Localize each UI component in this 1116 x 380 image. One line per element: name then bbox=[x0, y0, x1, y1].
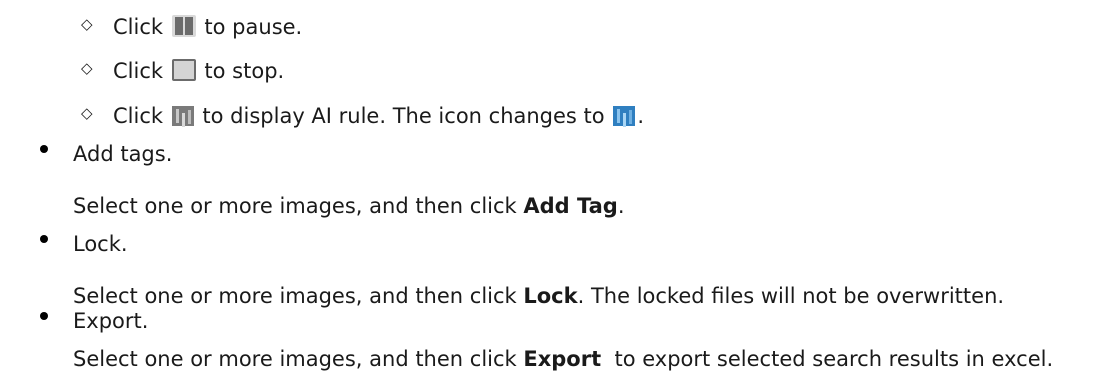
desc-bold-term: Add Tag bbox=[523, 194, 618, 218]
bullet-desc-add-tags: Select one or more images, and then clic… bbox=[73, 193, 625, 219]
desc-text-pre: Select one or more images, and then clic… bbox=[73, 284, 524, 308]
list-item-ai-rule: Click to display AI rule. The icon chang… bbox=[113, 103, 644, 129]
ai-rule-on-icon bbox=[613, 106, 636, 126]
ai-rule-off-icon bbox=[171, 106, 194, 126]
bullet-desc-export: Select one or more images, and then clic… bbox=[73, 346, 1053, 372]
bullet-title-export: Export. bbox=[73, 309, 149, 333]
bullet-title-add-tags: Add tags. bbox=[73, 142, 173, 166]
list-item-stop: Click to stop. bbox=[113, 58, 284, 84]
list-item-pause: Click to pause. bbox=[113, 14, 302, 40]
diamond-bullet-icon: ◇ bbox=[81, 15, 93, 33]
bullet-desc-lock: Select one or more images, and then clic… bbox=[73, 283, 1004, 309]
item-text-pre: Click bbox=[113, 59, 164, 83]
item-text-post: to display AI rule. The icon changes to bbox=[202, 104, 605, 128]
desc-bold-term: Export bbox=[523, 347, 602, 371]
desc-text-post: . bbox=[617, 194, 625, 218]
bullet-dot-icon bbox=[40, 145, 48, 153]
item-text-end: . bbox=[637, 104, 645, 128]
stop-icon bbox=[171, 59, 196, 81]
desc-text-post: . The locked files will not be overwritt… bbox=[577, 284, 1005, 308]
desc-text-pre: Select one or more images, and then clic… bbox=[73, 347, 524, 371]
bullet-title-lock: Lock. bbox=[73, 232, 128, 256]
bullet-dot-icon bbox=[40, 235, 48, 243]
item-text-post: to pause. bbox=[204, 15, 303, 39]
item-text-pre: Click bbox=[113, 104, 164, 128]
item-text-post: to stop. bbox=[204, 59, 285, 83]
bullet-dot-icon bbox=[40, 312, 48, 320]
diamond-bullet-icon: ◇ bbox=[81, 104, 93, 122]
diamond-bullet-icon: ◇ bbox=[81, 59, 93, 77]
pause-icon bbox=[171, 15, 196, 37]
desc-bold-term: Lock bbox=[523, 284, 578, 308]
desc-text-post: to export selected search results in exc… bbox=[601, 347, 1054, 371]
item-text-pre: Click bbox=[113, 15, 164, 39]
desc-text-pre: Select one or more images, and then clic… bbox=[73, 194, 524, 218]
